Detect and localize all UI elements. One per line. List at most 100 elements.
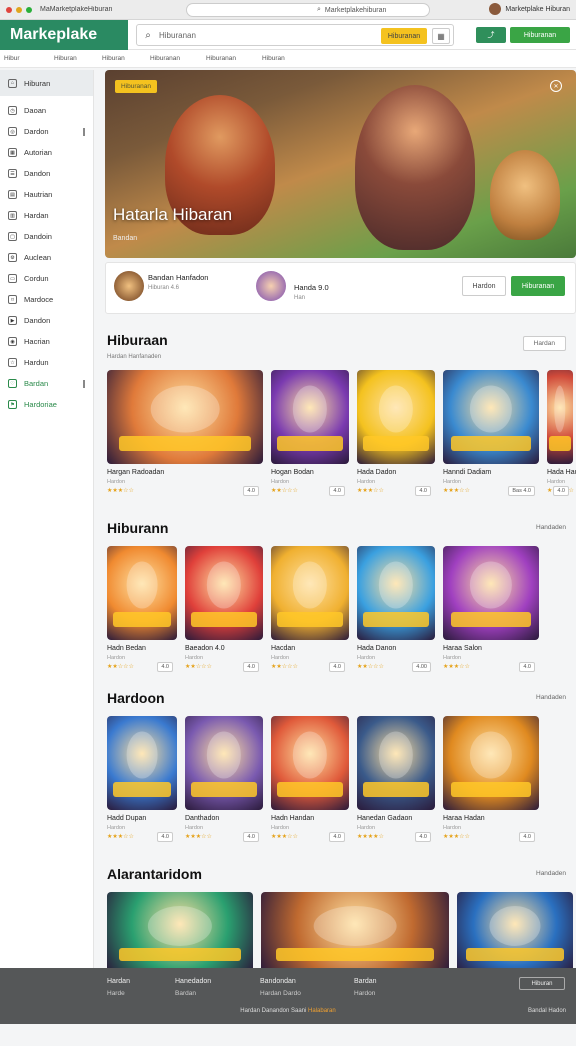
game-title[interactable]: Hada Danon (357, 645, 396, 652)
game-thumbnail[interactable] (271, 716, 349, 810)
price-badge[interactable]: 4.0 (243, 832, 259, 842)
game-card[interactable]: Hadn Bedan Hardon ★★☆☆☆ 4.0 (107, 546, 177, 680)
game-title[interactable]: Hogan Bodan (271, 469, 314, 476)
sidebar-item[interactable]: ▥ Hardan (0, 205, 93, 226)
game-thumbnail[interactable] (357, 546, 435, 640)
game-card[interactable]: Hadd Dupan Hardon ★★★☆☆ 4.0 (107, 716, 177, 850)
close-icon[interactable]: ✕ (550, 80, 562, 92)
close-window-button[interactable] (6, 6, 12, 13)
price-badge[interactable]: 4.0 (519, 832, 535, 842)
logo[interactable]: Markeplake (0, 20, 128, 50)
game-thumbnail[interactable] (357, 370, 435, 464)
game-title[interactable]: Baeadon 4.0 (185, 645, 225, 652)
browser-user[interactable]: Marketplake Hiburan (489, 3, 570, 15)
sidebar-item[interactable]: ◷ Daoan (0, 100, 93, 121)
price-badge[interactable]: 4.00 (412, 662, 431, 672)
game-card[interactable]: Hanedan Gadaon Hardon ★★★★☆ 4.0 (357, 716, 435, 850)
game-thumbnail[interactable] (107, 892, 253, 972)
game-card[interactable]: Hada Hau DodaHardon★★★☆☆4.0 (547, 370, 576, 504)
creator-name[interactable]: Bandan Hanfadon (148, 273, 208, 282)
game-thumbnail[interactable] (547, 370, 573, 464)
game-title[interactable]: Hadn Handan (271, 815, 314, 822)
game-card[interactable]: Hogan Bodan Hardon ★★☆☆☆ 4.0 (271, 370, 349, 504)
primary-header-button[interactable]: Hiburanan (510, 27, 570, 43)
game-card[interactable]: Hadn Handan Hardon ★★★☆☆ 4.0 (271, 716, 349, 850)
game-card[interactable]: Hargan Radoadan Hardon ★★★☆☆ 4.0 (107, 370, 263, 504)
filter-button[interactable]: ▦ (432, 28, 450, 44)
subnav-item[interactable]: Hibur (4, 55, 40, 62)
maximize-window-button[interactable] (26, 6, 32, 13)
game-thumbnail[interactable] (107, 546, 177, 640)
cart-button[interactable]: ⤴ (476, 27, 506, 43)
game-thumbnail[interactable] (107, 716, 177, 810)
game-card[interactable]: Hanndi Dadiam Hardon ★★★☆☆ Bas 4.0 (443, 370, 539, 504)
game-card[interactable]: Baeadon 4.0 Hardon ★★☆☆☆ 4.0 (185, 546, 263, 680)
game-thumbnail[interactable] (457, 892, 573, 972)
price-badge[interactable]: 4.0 (519, 662, 535, 672)
sidebar-item[interactable]: ▤ Hautrian (0, 184, 93, 205)
sidebar-item[interactable]: ⚑ Hardoriae (0, 394, 93, 415)
game-thumbnail[interactable] (271, 370, 349, 464)
sidebar-item[interactable]: ▦ Autorian (0, 142, 93, 163)
game-card[interactable]: Hada Danon Hardon ★★☆☆☆ 4.00 (357, 546, 435, 680)
game-card[interactable]: Hacdan Hardon ★★☆☆☆ 4.0 (271, 546, 349, 680)
game-title[interactable]: Hanedan Gadaon (357, 815, 412, 822)
sidebar-item[interactable]: ◎ Dardon (0, 121, 93, 142)
price-badge[interactable]: 4.0 (553, 486, 569, 496)
search-button[interactable]: Hiburanan (381, 28, 427, 44)
sidebar-item[interactable]: ☆ Hardun (0, 352, 93, 373)
game-title[interactable]: Danthadon (185, 815, 219, 822)
primary-button[interactable]: Hiburanan (511, 276, 565, 296)
game-title[interactable]: Haraa Salon (443, 645, 482, 652)
game-card[interactable]: Haraa Salon Hardon ★★★☆☆ 4.0 (443, 546, 539, 680)
sidebar-item[interactable]: ▶ Dandon (0, 310, 93, 331)
sidebar-item[interactable]: ▢ Dandoin (0, 226, 93, 247)
copyright-accent[interactable]: Halabaran (308, 1008, 336, 1014)
see-all-link[interactable]: Handaden (536, 524, 566, 531)
game-thumbnail[interactable] (185, 716, 263, 810)
subnav-item[interactable]: Hiburan (54, 55, 102, 62)
sidebar-item[interactable]: ⌑ Mardoce (0, 289, 93, 310)
game-card[interactable]: Haraa Hadan Hardon ★★★☆☆ 4.0 (443, 716, 539, 850)
footer-link[interactable]: Hanedadon (175, 978, 211, 985)
game-title[interactable]: Hargan Radoadan (107, 469, 164, 476)
game-thumbnail[interactable] (261, 892, 449, 972)
game-title[interactable]: Hadd Dupan (107, 815, 146, 822)
price-badge[interactable]: 4.0 (157, 662, 173, 672)
browser-tab-title[interactable]: MaMarketplakeHiburan (40, 6, 160, 13)
price-badge[interactable]: 4.0 (415, 832, 431, 842)
see-all-link[interactable]: Handaden (536, 694, 566, 701)
footer-link[interactable]: Hardan Dardo (260, 990, 301, 997)
game-thumbnail[interactable] (185, 546, 263, 640)
game-thumbnail[interactable] (443, 716, 539, 810)
subnav-item[interactable]: Hiburan (102, 55, 150, 62)
footer-link[interactable]: Harde (107, 990, 130, 997)
game-thumbnail[interactable] (443, 546, 539, 640)
game-title[interactable]: Hada Hau Doda (547, 469, 576, 476)
game-thumbnail[interactable] (443, 370, 539, 464)
game-title[interactable]: Hanndi Dadiam (443, 469, 491, 476)
footer-link[interactable]: Bandondan (260, 978, 301, 985)
game-title[interactable]: Hacdan (271, 645, 295, 652)
footer-link[interactable]: Hardan (107, 978, 130, 985)
price-badge[interactable]: 4.0 (329, 662, 345, 672)
minimize-window-button[interactable] (16, 6, 22, 13)
price-badge[interactable]: 4.0 (243, 486, 259, 496)
game-card[interactable]: Hada Dadon Hardon ★★★☆☆ 4.0 (357, 370, 435, 504)
hero-banner[interactable]: Hiburanan ✕ Hatarla Hibaran Bandan (105, 70, 576, 258)
sidebar-item[interactable]: ◉ Hacrian (0, 331, 93, 352)
price-badge[interactable]: 4.0 (329, 832, 345, 842)
game-title[interactable]: Haraa Hadan (443, 815, 485, 822)
subnav-item[interactable]: Hiburanan (150, 55, 206, 62)
game-thumbnail[interactable] (357, 716, 435, 810)
subnav-item[interactable]: Hiburan (262, 55, 310, 62)
game-title[interactable]: Hada Dadon (357, 469, 396, 476)
sidebar-item[interactable]: ⚙ Auclean (0, 247, 93, 268)
sidebar-item[interactable]: ▭ Cordun (0, 268, 93, 289)
price-badge[interactable]: Bas 4.0 (508, 486, 535, 496)
see-all-link[interactable]: Handaden (536, 870, 566, 877)
sidebar-item[interactable]: ☰ Dandon (0, 163, 93, 184)
price-badge[interactable]: 4.0 (243, 662, 259, 672)
outline-button[interactable]: Hardon (462, 276, 506, 296)
url-bar[interactable]: ⌕ Marketplakehiburan (186, 3, 430, 17)
